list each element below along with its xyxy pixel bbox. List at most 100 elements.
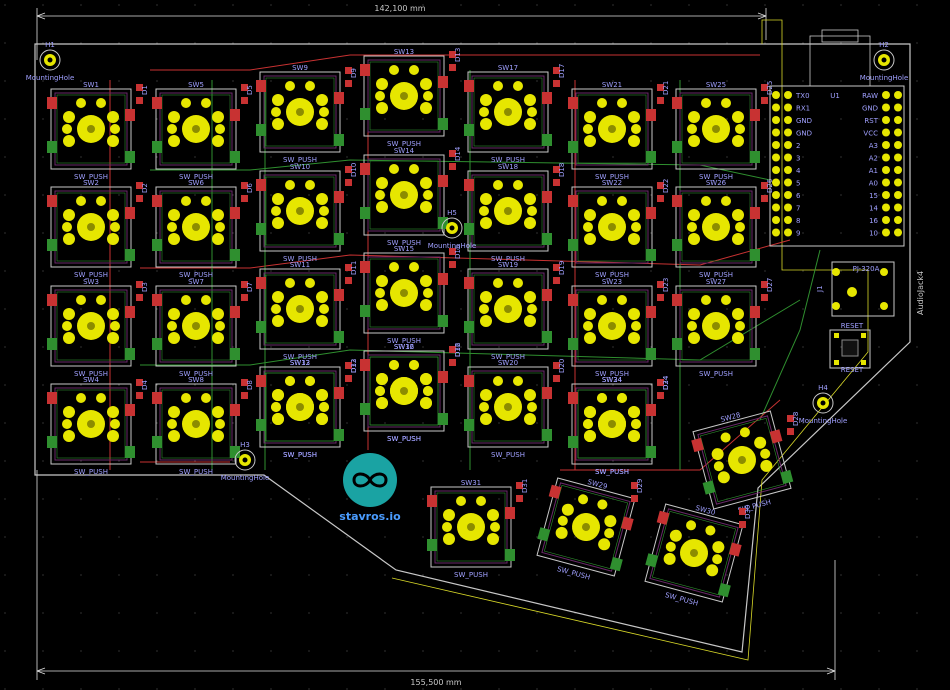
diode-d34: D34 [657, 375, 670, 399]
mcu-pin-label: 10 [869, 230, 878, 238]
diode-d6: D6 [241, 182, 254, 202]
diode-ref: D23 [662, 278, 670, 292]
switch-sw21: SW21SW_PUSH [568, 81, 656, 181]
diode-d21: D21 [657, 81, 670, 104]
diode-d33: D33 [345, 359, 358, 382]
switch-value: SW_PUSH [74, 468, 108, 476]
diode-d22: D22 [657, 179, 670, 202]
reset-label: RESET [841, 322, 864, 330]
mcu-pin-label: A2 [869, 155, 878, 163]
diode-ref: D19 [558, 261, 566, 275]
diode-ref: D11 [350, 261, 358, 275]
switch-ref: SW15 [394, 245, 414, 253]
switch-sw34: SW34 SW_PUSH [568, 376, 656, 476]
switch-value: SW_PUSH [664, 591, 699, 608]
mcu-pin-label: RAW [862, 92, 878, 100]
pcb-layout: 142,100 mm 155,500 mm SW1SW_PUSHSW2SW_PU… [4, 4, 925, 690]
diode-d32: D32 [449, 343, 462, 366]
switch-sw8: SW8 SW_PUSH [152, 376, 240, 476]
switch-ref: SW19 [498, 261, 518, 269]
switch-sw5: SW5SW_PUSH [152, 81, 240, 181]
switch-ref: SW26 [706, 179, 727, 187]
switch-ref: SW3 [83, 278, 99, 286]
diode-ref: D29 [636, 479, 644, 493]
switch-sw32: SW32 SW_PUSH [360, 343, 448, 443]
diode-ref: D22 [662, 179, 670, 193]
switch-sw30: SW30SW_PUSH [644, 503, 744, 608]
diode-d23: D23 [657, 278, 670, 301]
switch-ref: SW22 [602, 179, 622, 187]
diode-d4: D4 [136, 379, 149, 399]
switch-sw17: SW17SW_PUSH [464, 64, 552, 164]
mcu-pin-label: A1 [869, 167, 878, 175]
diode-ref: D5 [246, 85, 254, 95]
switch-value: SW_PUSH [491, 451, 525, 459]
mcu-pin-label: GND [862, 105, 878, 113]
switch-sw7: SW7SW_PUSH [152, 278, 240, 378]
diode-d13: D13 [449, 48, 462, 71]
switch-ref: SW14 [394, 147, 415, 155]
mounting-hole-label: MountingHole [26, 74, 75, 82]
switch-sw9: SW9SW_PUSH [256, 64, 344, 164]
switch-ref: SW2 [83, 179, 99, 187]
switch-sw25: SW25SW_PUSH [672, 81, 760, 181]
diode-d18: D18 [553, 163, 566, 186]
top-dimension-label: 142,100 mm [374, 4, 425, 13]
switch-ref: SW8 [188, 376, 204, 384]
mcu-pin-label: A0 [869, 180, 878, 188]
switch-sw23: SW23SW_PUSH [568, 278, 656, 378]
mcu-pin-label: 14 [869, 205, 878, 213]
diode-d2: D2 [136, 182, 149, 202]
switch-sw19: SW19SW_PUSH [464, 261, 552, 361]
switch-footprints: SW1SW_PUSHSW2SW_PUSHSW3SW_PUSHSW4SW_PUSH… [47, 48, 794, 608]
switch-sw14: SW14SW_PUSH [360, 147, 448, 247]
diode-d17: D17 [553, 64, 566, 87]
switch-sw1: SW1SW_PUSH [47, 81, 135, 181]
switch-ref: SW1 [83, 81, 99, 89]
switch-ref: SW31 [461, 479, 481, 487]
switch-ref: SW25 [706, 81, 726, 89]
diode-ref: D20 [558, 359, 566, 373]
switch-ref: SW11 [290, 261, 310, 269]
switch-ref: SW5 [188, 81, 204, 89]
diode-ref: D8 [246, 380, 254, 390]
switch-sw31: SW31 SW_PUSH [427, 479, 515, 579]
diode-ref: D30 [744, 505, 752, 519]
diode-ref: D10 [350, 163, 358, 177]
switch-sw28: SW28SW_PUSH [691, 410, 794, 515]
mounting-hole-label: MountingHole [860, 74, 909, 82]
mcu-pin-label: TX0 [795, 92, 810, 100]
mounting-hole-label: MountingHole [799, 417, 848, 425]
mounting-hole-ref: H3 [240, 441, 250, 449]
diode-ref: D27 [766, 278, 774, 292]
switch-sw2: SW2SW_PUSH [47, 179, 135, 279]
diode-d30: D30 [739, 505, 752, 528]
switch-sw4: SW4 SW_PUSH [47, 376, 135, 476]
switch-ref: SW23 [602, 278, 622, 286]
switch-ref: SW27 [706, 278, 726, 286]
switch-ref: SW9 [292, 64, 308, 72]
mounting-hole-h4: H4 MountingHole [799, 384, 848, 425]
switch-value: SW_PUSH [556, 565, 591, 582]
diode-d31: D31 [516, 479, 529, 502]
diode-d14: D14 [449, 146, 462, 170]
diode-d26: D26 [761, 178, 774, 202]
diode-d1: D1 [136, 84, 149, 104]
audio-jack-label: AudioJack4 [916, 271, 925, 315]
diode-d3: D3 [136, 281, 149, 301]
diode-d11: D11 [345, 261, 358, 284]
switch-sw18: SW18SW_PUSH [464, 163, 552, 263]
switch-ref: SW20 [498, 359, 518, 367]
switch-ref: SW6 [188, 179, 204, 187]
switch-ref: SW21 [602, 81, 622, 89]
diode-d29: D29 [631, 479, 644, 502]
diode-ref: D17 [558, 64, 566, 78]
diode-ref: D2 [141, 183, 149, 193]
switch-ref: SW18 [498, 163, 518, 171]
switch-ref: SW10 [290, 163, 310, 171]
switch-sw11: SW11SW_PUSH [256, 261, 344, 361]
mcu-pin-label: VCC [863, 130, 878, 138]
logo-text: stavros.io [339, 510, 401, 523]
diode-ref: D13 [454, 48, 462, 62]
jack-ref: PJ-320A [853, 265, 880, 273]
